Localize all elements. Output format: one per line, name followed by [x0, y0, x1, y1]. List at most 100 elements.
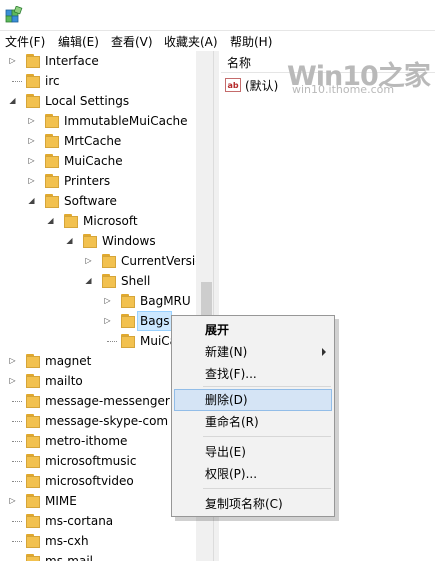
collapse-arrow-icon[interactable]: ◢	[65, 231, 74, 251]
folder-icon	[64, 213, 78, 228]
collapse-arrow-icon[interactable]: ◢	[84, 271, 93, 291]
tree-item-label[interactable]: ms-mail	[45, 551, 93, 561]
tree-item[interactable]: message-skype-com	[0, 411, 196, 431]
string-value-icon: ab	[225, 78, 241, 92]
tree-item[interactable]: ▷ MuiCache	[0, 151, 196, 171]
tree-connector	[12, 421, 22, 422]
tree-item-label[interactable]: Windows	[102, 231, 156, 251]
expand-arrow-icon[interactable]: ▷	[103, 291, 112, 311]
ctx-rename-label: 重命名(R)	[205, 415, 259, 429]
tree-item[interactable]: ms-mail	[0, 551, 196, 561]
tree-item[interactable]: ▷ MIME	[0, 491, 196, 511]
ctx-export[interactable]: 导出(E)	[174, 441, 332, 463]
tree-item-label[interactable]: Interface	[45, 51, 99, 71]
menu-help[interactable]: 帮助(H)	[230, 33, 272, 50]
tree-item-label[interactable]: MrtCache	[64, 131, 121, 151]
tree-item[interactable]: metro-ithome	[0, 431, 196, 451]
tree-item-label[interactable]: message-skype-com	[45, 411, 168, 431]
tree-item-label[interactable]: Software	[64, 191, 117, 211]
tree-item[interactable]: ▷ CurrentVersion	[0, 251, 196, 271]
expand-arrow-icon[interactable]: ▷	[27, 131, 36, 151]
registry-tree[interactable]: ▷ Interface irc ◢ Local Settings ▷ ImmutableMu…	[0, 51, 196, 561]
tree-item[interactable]: ◢ Windows	[0, 231, 196, 251]
ctx-export-label: 导出(E)	[205, 445, 246, 459]
submenu-arrow-icon	[322, 348, 326, 356]
tree-item[interactable]: microsoftmusic	[0, 451, 196, 471]
tree-item-label[interactable]: mailto	[45, 371, 83, 391]
tree-item[interactable]: MuiCache	[0, 331, 196, 351]
tree-item[interactable]: ms-cxh	[0, 531, 196, 551]
folder-icon	[121, 313, 135, 328]
tree-item-label[interactable]: microsoftvideo	[45, 471, 134, 491]
menu-separator	[203, 488, 331, 489]
menu-edit[interactable]: 编辑(E)	[58, 33, 99, 50]
expand-arrow-icon[interactable]: ▷	[8, 351, 17, 371]
expand-arrow-icon[interactable]: ▷	[103, 311, 112, 331]
tree-item[interactable]: ◢ Microsoft	[0, 211, 196, 231]
tree-item-label[interactable]: ImmutableMuiCache	[64, 111, 188, 131]
tree-item[interactable]: ▷ Bags	[0, 311, 196, 331]
expand-arrow-icon[interactable]: ▷	[8, 491, 17, 511]
expand-arrow-icon[interactable]: ▷	[27, 171, 36, 191]
tree-item[interactable]: ▷ mailto	[0, 371, 196, 391]
column-header-name[interactable]: 名称	[227, 54, 251, 71]
tree-item-label[interactable]: message-messenger	[45, 391, 170, 411]
tree-item[interactable]: ▷ BagMRU	[0, 291, 196, 311]
tree-item[interactable]: message-messenger	[0, 391, 196, 411]
tree-item[interactable]: ◢ Software	[0, 191, 196, 211]
tree-item[interactable]: ▷ MrtCache	[0, 131, 196, 151]
tree-item-label[interactable]: Printers	[64, 171, 110, 191]
collapse-arrow-icon[interactable]: ◢	[46, 211, 55, 231]
folder-icon	[26, 533, 40, 548]
tree-item[interactable]: irc	[0, 71, 196, 91]
ctx-copy-key-name[interactable]: 复制项名称(C)	[174, 493, 332, 515]
expand-arrow-icon[interactable]: ▷	[27, 151, 36, 171]
tree-item[interactable]: ms-cortana	[0, 511, 196, 531]
tree-item-label[interactable]: metro-ithome	[45, 431, 127, 451]
collapse-arrow-icon[interactable]: ◢	[27, 191, 36, 211]
menu-favorites[interactable]: 收藏夹(A)	[164, 33, 218, 50]
tree-item[interactable]: ◢ Shell	[0, 271, 196, 291]
value-default-name[interactable]: (默认)	[245, 77, 278, 94]
ctx-permissions[interactable]: 权限(P)...	[174, 463, 332, 485]
menu-file[interactable]: 文件(F)	[5, 33, 45, 50]
tree-item[interactable]: ▷ Interface	[0, 51, 196, 71]
tree-item[interactable]: ◢ Local Settings	[0, 91, 196, 111]
menu-view[interactable]: 查看(V)	[111, 33, 153, 50]
tree-item-label[interactable]: Local Settings	[45, 91, 129, 111]
folder-icon	[102, 253, 116, 268]
collapse-arrow-icon[interactable]: ◢	[8, 91, 17, 111]
tree-item-label[interactable]: CurrentVersion	[121, 251, 196, 271]
folder-icon	[45, 153, 59, 168]
tree-item[interactable]: ▷ magnet	[0, 351, 196, 371]
ctx-rename[interactable]: 重命名(R)	[174, 411, 332, 433]
tree-item-label[interactable]: ms-cortana	[45, 511, 113, 531]
expand-arrow-icon[interactable]: ▷	[8, 371, 17, 391]
folder-icon	[83, 233, 97, 248]
expand-arrow-icon[interactable]: ▷	[27, 111, 36, 131]
registry-editor-icon[interactable]	[5, 6, 23, 24]
tree-item-label[interactable]: irc	[45, 71, 60, 91]
expand-arrow-icon[interactable]: ▷	[8, 51, 17, 71]
tree-item[interactable]: microsoftvideo	[0, 471, 196, 491]
ctx-delete[interactable]: 删除(D)	[174, 389, 332, 411]
tree-item-label[interactable]: ms-cxh	[45, 531, 89, 551]
ctx-find[interactable]: 查找(F)...	[174, 363, 332, 385]
folder-icon	[26, 353, 40, 368]
tree-item[interactable]: ▷ Printers	[0, 171, 196, 191]
menu-separator	[203, 436, 331, 437]
ctx-expand[interactable]: 展开	[174, 319, 332, 341]
expand-arrow-icon[interactable]: ▷	[84, 251, 93, 271]
tree-item-label[interactable]: MIME	[45, 491, 77, 511]
tree-item-label[interactable]: Bags	[137, 311, 173, 331]
tree-connector	[12, 441, 22, 442]
tree-item-label[interactable]: microsoftmusic	[45, 451, 136, 471]
tree-item-label[interactable]: MuiCache	[64, 151, 123, 171]
ctx-new[interactable]: 新建(N)	[174, 341, 332, 363]
tree-item-label[interactable]: Shell	[121, 271, 150, 291]
tree-item-label[interactable]: magnet	[45, 351, 91, 371]
tree-item-label[interactable]: BagMRU	[140, 291, 191, 311]
folder-icon	[121, 293, 135, 308]
tree-item[interactable]: ▷ ImmutableMuiCache	[0, 111, 196, 131]
tree-item-label[interactable]: Microsoft	[83, 211, 138, 231]
